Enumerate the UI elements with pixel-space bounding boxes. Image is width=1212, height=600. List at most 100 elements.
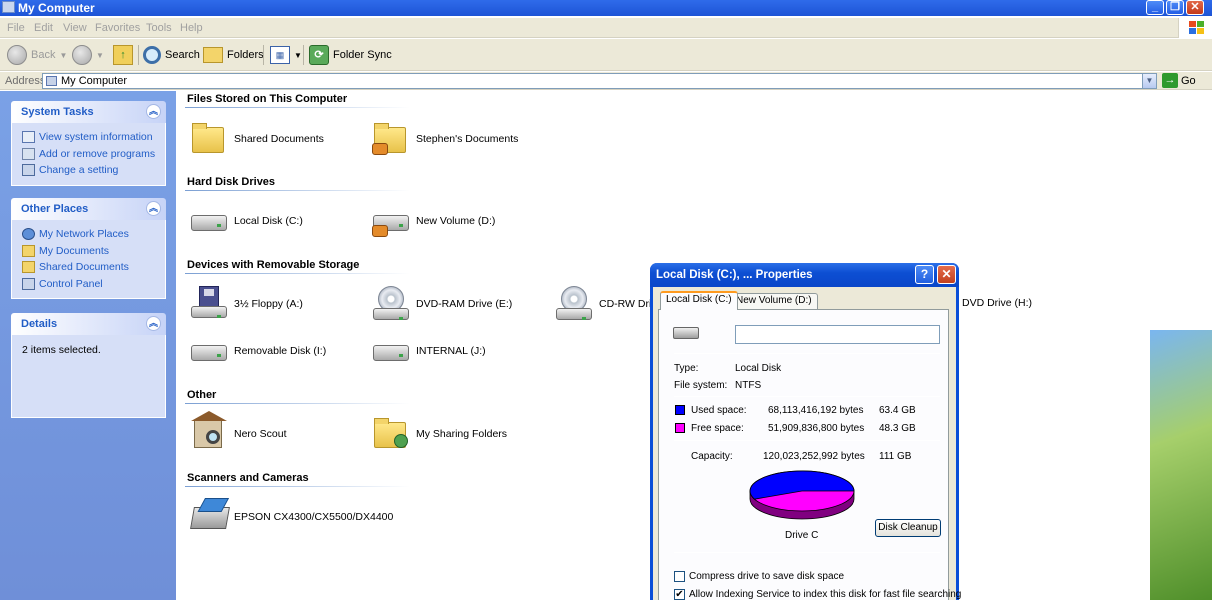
indexing-checkbox[interactable]: ✔ [674, 589, 685, 600]
volume-label-input[interactable] [735, 325, 940, 344]
free-space-color-swatch [675, 423, 685, 433]
forward-dropdown-icon[interactable]: ▼ [96, 51, 104, 60]
dialog-title-bar[interactable]: Local Disk (C:), ... Properties ? ✕ [650, 263, 959, 287]
group-title: Other [187, 389, 217, 401]
go-arrow-icon: → [1162, 73, 1178, 88]
go-button[interactable]: → Go [1162, 73, 1196, 88]
restore-button[interactable]: ❐ [1166, 0, 1184, 15]
up-folder-icon: ↑ [113, 45, 133, 65]
views-button[interactable]: ▦ ▼ [270, 43, 302, 67]
other-places-title: Other Places [21, 203, 89, 215]
shared-folder-icon [372, 121, 410, 157]
shared-documents-item[interactable]: Shared Documents [190, 121, 324, 157]
forward-button[interactable]: ▼ [72, 43, 104, 67]
drive-caption: Drive C [785, 530, 819, 541]
disk-usage-pie-chart [749, 470, 855, 520]
back-arrow-icon [7, 45, 27, 65]
drive-icon [673, 327, 699, 339]
item-label: Nero Scout [234, 428, 287, 440]
control-panel-link[interactable]: Control Panel [22, 276, 165, 293]
menu-view[interactable]: View [63, 22, 87, 34]
view-system-information-link[interactable]: View system information [22, 129, 165, 146]
item-label: Shared Documents [234, 133, 324, 145]
forward-arrow-icon [72, 45, 92, 65]
hard-drive-icon [190, 203, 228, 239]
type-value: Local Disk [735, 363, 782, 374]
link-label: Shared Documents [39, 261, 129, 274]
address-bar: Address My Computer ▼ → Go [0, 72, 1212, 90]
disk-cleanup-button[interactable]: Disk Cleanup [875, 519, 941, 537]
folders-button[interactable]: Folders [203, 43, 264, 67]
details-header[interactable]: Details ︽ [11, 313, 166, 335]
collapse-icon[interactable]: ︽ [146, 201, 161, 216]
group-divider [185, 273, 410, 274]
search-button[interactable]: Search [143, 43, 200, 67]
menu-favorites[interactable]: Favorites [95, 22, 140, 34]
details-text: 2 items selected. [22, 344, 101, 356]
folder-sync-label: Folder Sync [333, 49, 392, 61]
my-sharing-folders-item[interactable]: My Sharing Folders [372, 416, 507, 452]
menu-tools[interactable]: Tools [146, 22, 172, 34]
epson-scanner-item[interactable]: EPSON CX4300/CX5500/DX4400 [190, 499, 393, 535]
back-button[interactable]: Back ▼ [7, 43, 67, 67]
back-dropdown-icon[interactable]: ▼ [59, 51, 67, 60]
capacity-bytes: 120,023,252,992 bytes [763, 451, 865, 462]
collapse-icon[interactable]: ︽ [146, 316, 161, 331]
stephens-documents-item[interactable]: Stephen's Documents [372, 121, 518, 157]
item-label: 3½ Floppy (A:) [234, 298, 303, 310]
dialog-title: Local Disk (C:), ... Properties [656, 269, 813, 281]
separator [674, 353, 940, 354]
address-dropdown-button[interactable]: ▼ [1142, 74, 1156, 88]
removable-disk-i-item[interactable]: Removable Disk (I:) [190, 333, 326, 369]
my-network-places-link[interactable]: My Network Places [22, 226, 165, 243]
nero-scout-item[interactable]: Nero Scout [190, 411, 287, 452]
system-tasks-header[interactable]: System Tasks ︽ [11, 101, 166, 123]
folder-icon [22, 261, 35, 274]
internal-j-item[interactable]: INTERNAL (J:) [372, 333, 486, 369]
title-bar: My Computer _ ❐ ✕ [0, 0, 1212, 16]
removable-drive-icon [372, 333, 410, 369]
nero-scout-icon [190, 411, 228, 452]
minimize-button[interactable]: _ [1146, 0, 1164, 15]
menu-bar: File Edit View Favorites Tools Help [0, 18, 1212, 38]
dialog-close-button[interactable]: ✕ [937, 265, 956, 284]
folder-sync-button[interactable]: ⟳ Folder Sync [309, 43, 392, 67]
dvd-drive-h-item[interactable]: DVD Drive (H:) [962, 297, 1032, 309]
dvd-ram-e-item[interactable]: DVD-RAM Drive (E:) [372, 286, 512, 322]
separator [674, 552, 940, 553]
capacity-label: Capacity: [691, 451, 733, 462]
cd-rw-drive-item[interactable]: CD-RW Drive [555, 286, 662, 322]
menu-edit[interactable]: Edit [34, 22, 53, 34]
change-setting-link[interactable]: Change a setting [22, 162, 165, 179]
local-disk-c-item[interactable]: Local Disk (C:) [190, 203, 303, 239]
up-button[interactable]: ↑ [113, 43, 133, 67]
collapse-icon[interactable]: ︽ [146, 104, 161, 119]
group-divider [185, 403, 410, 404]
menu-help[interactable]: Help [180, 22, 203, 34]
other-places-header[interactable]: Other Places ︽ [11, 198, 166, 220]
item-label: Local Disk (C:) [234, 215, 303, 227]
file-system-label: File system: [674, 380, 728, 391]
system-tasks-panel: System Tasks ︽ View system information A… [11, 101, 166, 186]
group-title: Scanners and Cameras [187, 472, 309, 484]
new-volume-d-item[interactable]: New Volume (D:) [372, 203, 495, 239]
my-documents-link[interactable]: My Documents [22, 243, 165, 260]
tab-local-disk-c[interactable]: Local Disk (C:) [660, 291, 738, 310]
window-title: My Computer [18, 1, 95, 15]
toolbar-separator [303, 45, 304, 65]
search-icon [143, 46, 161, 64]
link-label: Control Panel [39, 277, 103, 290]
search-label: Search [165, 49, 200, 61]
add-remove-programs-link[interactable]: Add or remove programs [22, 146, 165, 163]
menu-file[interactable]: File [7, 22, 25, 34]
free-space-gb: 48.3 GB [879, 423, 916, 434]
floppy-a-item[interactable]: 3½ Floppy (A:) [190, 286, 303, 322]
compress-checkbox[interactable] [674, 571, 685, 582]
tab-new-volume-d[interactable]: New Volume (D:) [730, 293, 818, 309]
shared-documents-link[interactable]: Shared Documents [22, 259, 165, 276]
my-documents-icon [22, 244, 35, 257]
help-button[interactable]: ? [915, 265, 934, 284]
general-tab-page: Type: Local Disk File system: NTFS Used … [658, 309, 961, 600]
address-field[interactable]: My Computer ▼ [42, 73, 1157, 89]
close-button[interactable]: ✕ [1186, 0, 1204, 15]
